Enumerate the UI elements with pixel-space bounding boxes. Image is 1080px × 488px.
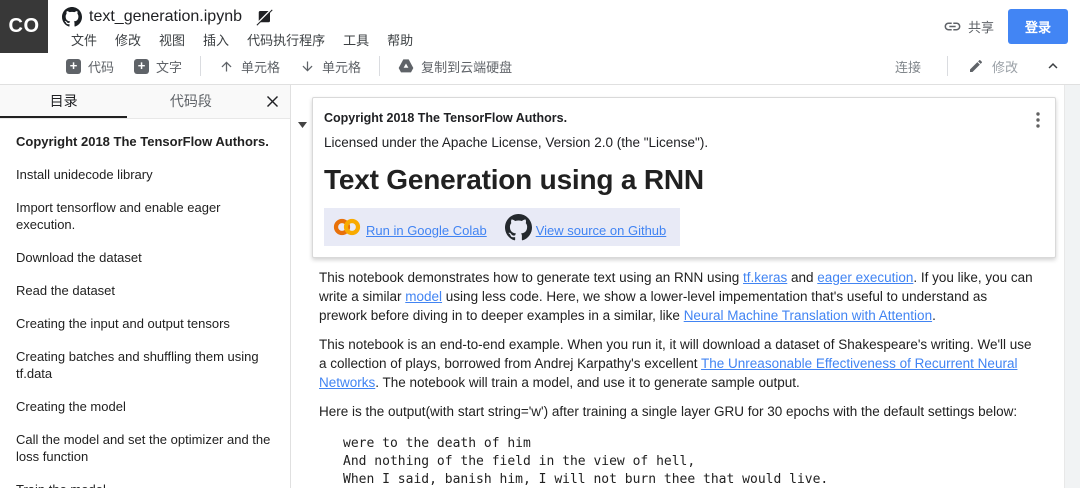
header-main: text_generation.ipynb 文件 修改 视图 插入 代码执行程序 工具 帮助: [62, 0, 1080, 51]
markdown-cell-header[interactable]: Copyright 2018 The TensorFlow Authors. L…: [312, 97, 1056, 258]
sidebar-close-button[interactable]: [255, 85, 291, 118]
copyright-text: Copyright 2018 The TensorFlow Authors.: [324, 111, 568, 125]
menu-bar: 文件 修改 视图 插入 代码执行程序 工具 帮助: [62, 28, 1080, 51]
notebook-body: 目录 代码段 Copyright 2018 The TensorFlow Aut…: [0, 85, 1080, 488]
toc-item[interactable]: Creating the input and output tensors: [0, 307, 290, 340]
cell-collapse-toggle[interactable]: [298, 122, 307, 128]
sample-output-code-block: were to the death of him And nothing of …: [343, 436, 829, 487]
sidebar: 目录 代码段 Copyright 2018 The TensorFlow Aut…: [0, 85, 291, 488]
page-title: Text Generation using a RNN: [324, 164, 704, 195]
colab-app: CO text_generation.ipynb 文件 修改 视图 插入 代码执行程序工…: [0, 0, 1080, 488]
menu-insert[interactable]: 插入: [194, 28, 238, 51]
comment-disabled-icon: [255, 8, 273, 26]
badge-bar: Run in Google Colab View source on Githu…: [324, 208, 681, 246]
toc-item[interactable]: Call the model and set the optimizer and…: [0, 423, 290, 473]
toc-item[interactable]: Import tensorflow and enable eager execu…: [0, 191, 290, 241]
move-cell-down-button[interactable]: 单元格: [290, 48, 371, 84]
colab-badge-icon: [332, 217, 362, 237]
copy-to-drive-label: 复制到云端硬盘: [421, 59, 513, 75]
chevron-up-icon: [1044, 57, 1062, 75]
text-run: .: [932, 308, 936, 323]
run-in-colab-link[interactable]: Run in Google Colab: [366, 223, 487, 238]
menu-help[interactable]: 帮助: [378, 28, 422, 51]
edit-mode-button[interactable]: 修改: [956, 57, 1030, 76]
menu-edit[interactable]: 修改: [106, 28, 150, 51]
colab-logo[interactable]: CO: [0, 0, 48, 53]
text-run: and: [787, 270, 818, 285]
edit-mode-label: 修改: [991, 59, 1018, 75]
inline-link[interactable]: eager execution: [817, 270, 913, 285]
add-text-icon: +: [134, 58, 150, 74]
add-code-icon: +: [66, 58, 81, 74]
drive-icon: [398, 58, 414, 74]
menu-file[interactable]: 文件: [62, 28, 106, 51]
inline-link[interactable]: tf.keras: [743, 270, 787, 285]
toc-item[interactable]: Creating batches and shuffling them usin…: [0, 340, 290, 390]
paragraph-3: Here is the output(with start string='w'…: [319, 404, 1018, 419]
toc-item[interactable]: Creating the model: [0, 390, 290, 423]
pencil-icon: [968, 58, 984, 74]
toc-item[interactable]: Train the model: [0, 473, 290, 488]
notebook-title[interactable]: text_generation.ipynb: [89, 8, 242, 26]
menu-view[interactable]: 视图: [150, 28, 194, 51]
table-of-contents: Copyright 2018 The TensorFlow Authors. In…: [0, 119, 290, 488]
move-cell-down-label: 单元格: [322, 59, 362, 75]
toolbar-divider: [379, 56, 381, 76]
view-source-github-link[interactable]: View source on Github: [536, 223, 667, 238]
toolbar-right: 连接 修改: [877, 56, 1066, 76]
notebook-toolbar: + 代码 + 文字 单元格 单元格 复制到云端硬盘 连接 修改: [0, 48, 1080, 85]
header-actions: 共享 登录: [937, 9, 1068, 44]
toc-item[interactable]: Read the dataset: [0, 274, 290, 307]
signin-button[interactable]: 登录: [1007, 9, 1068, 44]
add-code-label: 代码: [88, 59, 115, 75]
notebook-content: Copyright 2018 The TensorFlow Authors. L…: [291, 85, 1064, 488]
toolbar-divider: [200, 56, 202, 76]
inline-link[interactable]: model: [405, 289, 442, 304]
toolbar-divider: [946, 56, 948, 76]
arrow-up-icon: [219, 59, 234, 74]
link-icon: [943, 17, 962, 36]
vertical-scrollbar[interactable]: [1064, 85, 1080, 488]
move-cell-up-button[interactable]: 单元格: [209, 48, 290, 84]
notebook-title-row: text_generation.ipynb: [62, 0, 1080, 27]
inline-link[interactable]: Neural Machine Translation with Attentio…: [684, 308, 932, 323]
tab-toc[interactable]: 目录: [0, 85, 128, 118]
copy-to-drive-button[interactable]: 复制到云端硬盘: [388, 48, 522, 84]
arrow-down-icon: [300, 59, 315, 74]
text-run: . The notebook will train a model, and u…: [375, 375, 800, 390]
toc-item[interactable]: Download the dataset: [0, 241, 290, 274]
github-badge-icon: [504, 213, 532, 241]
collapse-toolbar-button[interactable]: [1030, 57, 1066, 75]
add-text-label: 文字: [156, 59, 183, 75]
share-label: 共享: [967, 20, 994, 35]
markdown-cell-intro: This notebook demonstrates how to genera…: [312, 258, 1056, 488]
toc-item[interactable]: Copyright 2018 The TensorFlow Authors.: [0, 125, 290, 158]
toc-item[interactable]: Install unidecode library: [0, 158, 290, 191]
github-icon: [62, 7, 82, 27]
share-button[interactable]: 共享: [937, 13, 1000, 40]
cell-menu-button[interactable]: [1034, 110, 1042, 130]
text-run: This notebook demonstrates how to genera…: [319, 270, 743, 285]
connect-button[interactable]: 连接: [877, 57, 939, 76]
tab-snippets[interactable]: 代码段: [127, 85, 254, 118]
menu-tools[interactable]: 工具: [334, 28, 378, 51]
menu-runtime[interactable]: 代码执行程序: [238, 28, 334, 51]
paragraph-1: This notebook demonstrates how to genera…: [319, 268, 1034, 325]
move-cell-up-label: 单元格: [241, 59, 281, 75]
license-text: Licensed under the Apache License, Versi…: [324, 135, 709, 150]
add-code-cell-button[interactable]: + 代码: [56, 48, 124, 84]
app-header: CO text_generation.ipynb 文件 修改 视图 插入 代码执行程序工…: [0, 0, 1080, 53]
sidebar-tabs: 目录 代码段: [0, 85, 290, 119]
paragraph-2: This notebook is an end-to-end example. …: [319, 335, 1034, 392]
close-icon: [265, 94, 280, 109]
add-text-cell-button[interactable]: + 文字: [124, 48, 192, 84]
